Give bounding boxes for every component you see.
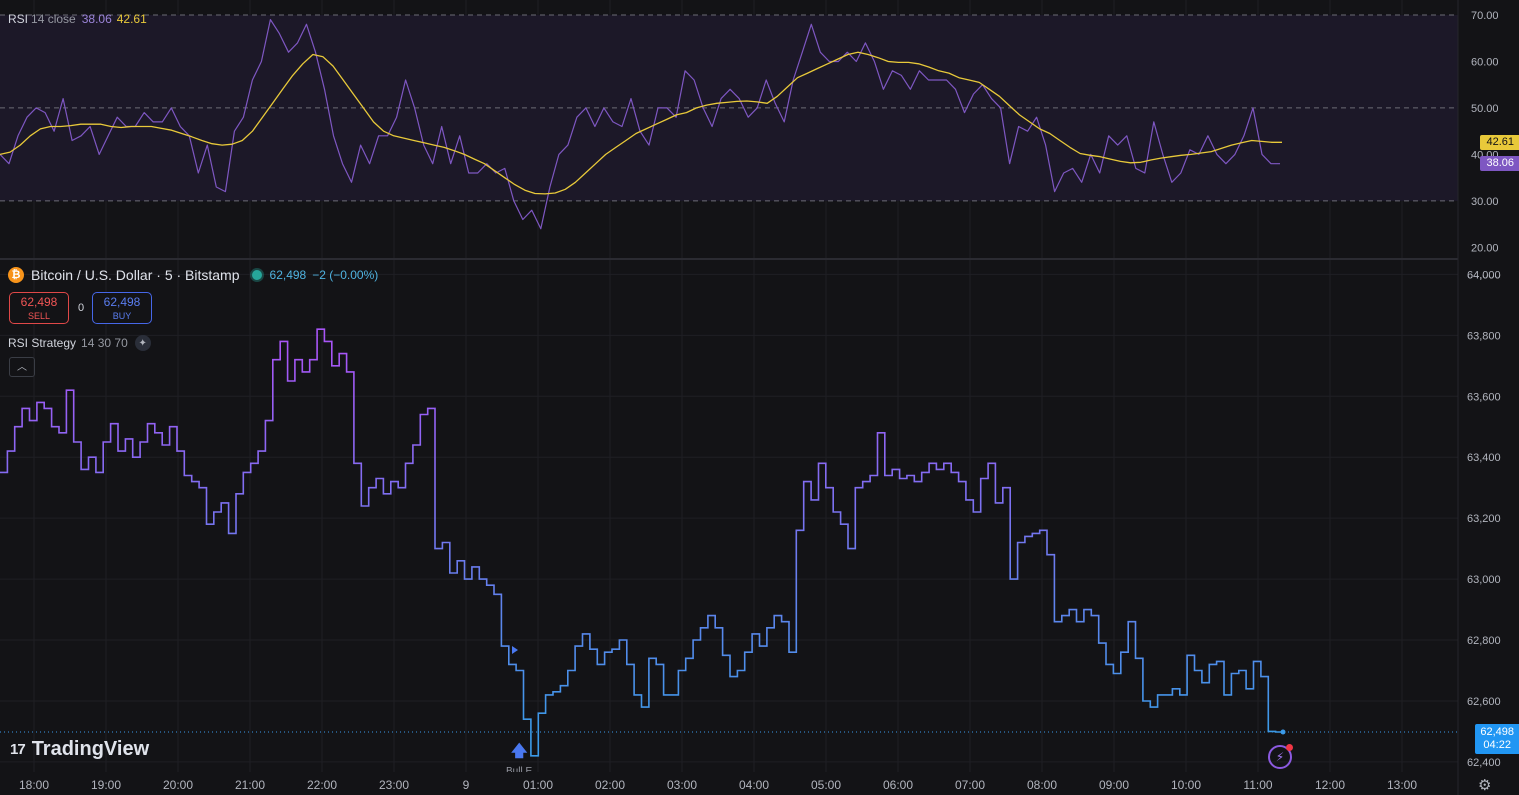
tradingview-logo[interactable]: 17 TradingView [10, 738, 149, 761]
rsi-ma-legend-value: 42.61 [116, 12, 147, 26]
price-tick-label: 63,800 [1467, 330, 1501, 342]
time-tick-label: 23:00 [379, 778, 409, 792]
symbol-header[interactable]: ₿ Bitcoin / U.S. Dollar · 5 · Bitstamp 6… [8, 267, 378, 283]
price-tick-label: 62,400 [1467, 757, 1501, 769]
time-tick-label: 02:00 [595, 778, 625, 792]
spread-value: 0 [78, 302, 85, 314]
strategy-name: RSI Strategy [8, 336, 77, 350]
time-tick-label: 19:00 [91, 778, 121, 792]
price-tick-label: 63,000 [1467, 574, 1501, 586]
rsi-scale[interactable]: 70.0060.0050.0040.0030.0020.00 [1471, 10, 1499, 254]
time-tick-label: 11:00 [1243, 778, 1272, 792]
symbol-price: 62,498 [269, 268, 307, 282]
chart-canvas[interactable]: 70.0060.0050.0040.0030.0020.00 64,00063,… [0, 0, 1519, 795]
rsi-axis-label: 38.06 [1480, 156, 1519, 172]
time-tick-label: 22:00 [307, 778, 337, 792]
rsi-tick-label: 50.00 [1471, 103, 1499, 115]
rsi-tick-label: 30.00 [1471, 196, 1499, 208]
time-tick-label: 13:00 [1387, 778, 1417, 792]
time-tick-label: 9 [463, 778, 470, 792]
sell-label: SELL [27, 311, 51, 321]
time-scale[interactable]: 18:00 19:00 20:00 21:00 22:00 23:00 9 01:00 02:0… [19, 778, 1417, 792]
tradingview-wordmark: TradingView [31, 738, 150, 760]
last-price-axis-label: 62,498 04:22 [1475, 724, 1519, 755]
price-plot [0, 328, 1286, 757]
rsi-legend-name: RSI [8, 12, 29, 26]
price-tick-label: 62,600 [1467, 696, 1501, 708]
sell-button[interactable]: 62,498 SELL [9, 292, 69, 324]
time-tick-label: 03:00 [667, 778, 697, 792]
tradingview-logo-icon: 17 [10, 741, 26, 758]
strategy-settings-icon[interactable]: ✦ [134, 335, 151, 351]
price-scale[interactable]: 64,00063,80063,60063,40063,20063,00062,8… [1467, 269, 1501, 769]
symbol-change: −2 (−0.00%) [312, 268, 379, 282]
market-open-status-icon [251, 270, 262, 280]
flash-icon[interactable]: ⚡ [1268, 744, 1293, 769]
price-tick-label: 63,600 [1467, 391, 1501, 403]
collapse-legend-button[interactable]: ︿ [9, 357, 35, 377]
strategy-params: 14 30 70 [81, 336, 128, 350]
gear-icon[interactable]: ⚙ [1478, 776, 1491, 794]
rsi-tick-label: 70.00 [1471, 10, 1499, 22]
rsi-legend-params: 14 close [31, 12, 76, 26]
time-tick-label: 09:00 [1099, 778, 1129, 792]
price-tick-label: 63,400 [1467, 452, 1501, 464]
last-price-value: 62,498 [1480, 726, 1514, 739]
rsi-ma-axis-label: 42.61 [1480, 135, 1519, 151]
time-tick-label: 01:00 [523, 778, 553, 792]
time-tick-label: 20:00 [163, 778, 193, 792]
price-step-line [0, 328, 1283, 757]
rsi-tick-label: 60.00 [1471, 56, 1499, 68]
buy-button[interactable]: 62,498 BUY [92, 292, 152, 324]
time-tick-label: 05:00 [811, 778, 841, 792]
buy-price: 62,498 [103, 295, 141, 309]
rsi-legend-value: 38.06 [81, 12, 112, 26]
bar-countdown: 04:22 [1483, 739, 1511, 752]
price-tick-label: 62,800 [1467, 635, 1501, 647]
time-tick-label: 18:00 [19, 778, 49, 792]
price-tick-label: 63,200 [1467, 513, 1501, 525]
entry-marker-icon [512, 646, 518, 654]
buy-label: BUY [112, 311, 132, 321]
time-tick-label: 21:00 [235, 778, 265, 792]
time-tick-label: 04:00 [739, 778, 769, 792]
buy-signal-arrow-icon[interactable]: 🡅 [511, 740, 527, 767]
sell-price: 62,498 [20, 295, 58, 309]
buy-signal-label: Bull E [506, 766, 533, 772]
symbol-title[interactable]: Bitcoin / U.S. Dollar · 5 · Bitstamp [31, 267, 240, 283]
time-tick-label: 06:00 [883, 778, 913, 792]
rsi-legend[interactable]: RSI 14 close 38.06 42.61 [8, 12, 147, 26]
time-tick-label: 12:00 [1315, 778, 1345, 792]
bitcoin-icon: ₿ [8, 267, 24, 283]
time-tick-label: 10:00 [1171, 778, 1201, 792]
strategy-legend[interactable]: RSI Strategy 14 30 70 ✦ [8, 335, 151, 351]
chart-markers [512, 646, 518, 654]
rsi-tick-label: 20.00 [1471, 242, 1499, 254]
time-tick-label: 08:00 [1027, 778, 1057, 792]
chevron-up-icon: ︿ [17, 362, 27, 373]
time-tick-label: 07:00 [955, 778, 985, 792]
